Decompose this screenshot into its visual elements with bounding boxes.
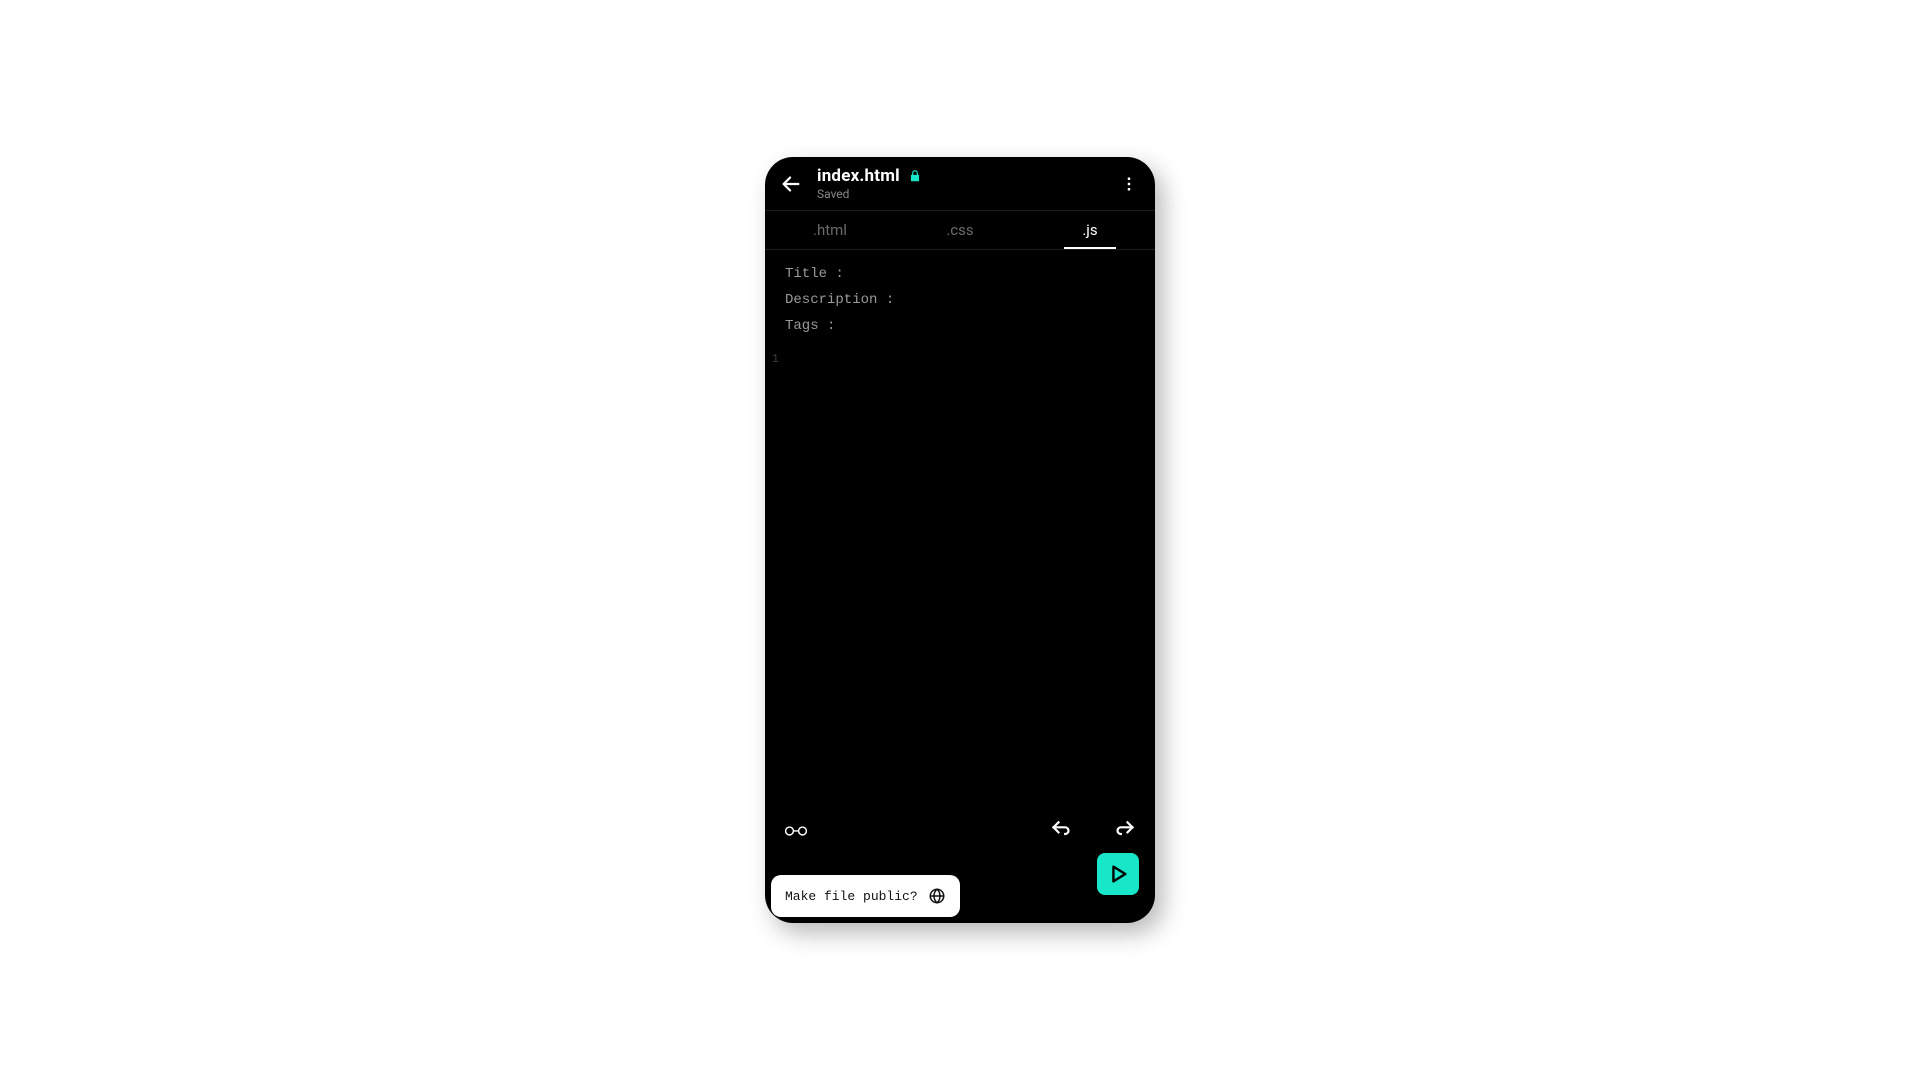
meta-title-field[interactable]: Title : [785,262,1135,288]
glasses-icon [783,820,809,838]
arrow-left-icon [780,173,802,195]
meta-description-field[interactable]: Description : [785,288,1135,314]
tab-label: .js [1082,221,1097,239]
line-number: 1 [765,352,779,366]
globe-icon [928,887,946,905]
prompt-text: Make file public? [785,889,918,904]
back-button[interactable] [777,170,805,198]
reader-mode-button[interactable] [783,820,809,838]
meta-tags-field[interactable]: Tags : [785,314,1135,340]
kebab-icon [1120,175,1138,193]
save-status: Saved [817,187,1103,201]
code-editor[interactable]: 1 [765,346,1155,352]
header: index.html Saved [765,157,1155,210]
run-button[interactable] [1097,853,1139,895]
make-public-prompt[interactable]: Make file public? [771,875,960,917]
app-window: index.html Saved .html .css .js Title : … [765,157,1155,923]
file-title: index.html [817,166,900,186]
editor-toolbar [765,809,1155,849]
redo-button[interactable] [1113,819,1137,839]
lock-icon [908,169,922,183]
more-menu-button[interactable] [1115,170,1143,198]
file-type-tabs: .html .css .js [765,210,1155,250]
play-icon [1107,863,1129,885]
tab-label: .css [946,221,973,239]
tab-html[interactable]: .html [765,211,895,249]
file-meta-panel: Title : Description : Tags : [765,250,1155,346]
redo-icon [1113,819,1137,839]
undo-button[interactable] [1049,819,1073,839]
undo-icon [1049,819,1073,839]
tab-css[interactable]: .css [895,211,1025,249]
tab-js[interactable]: .js [1025,211,1155,249]
tab-label: .html [813,221,847,239]
